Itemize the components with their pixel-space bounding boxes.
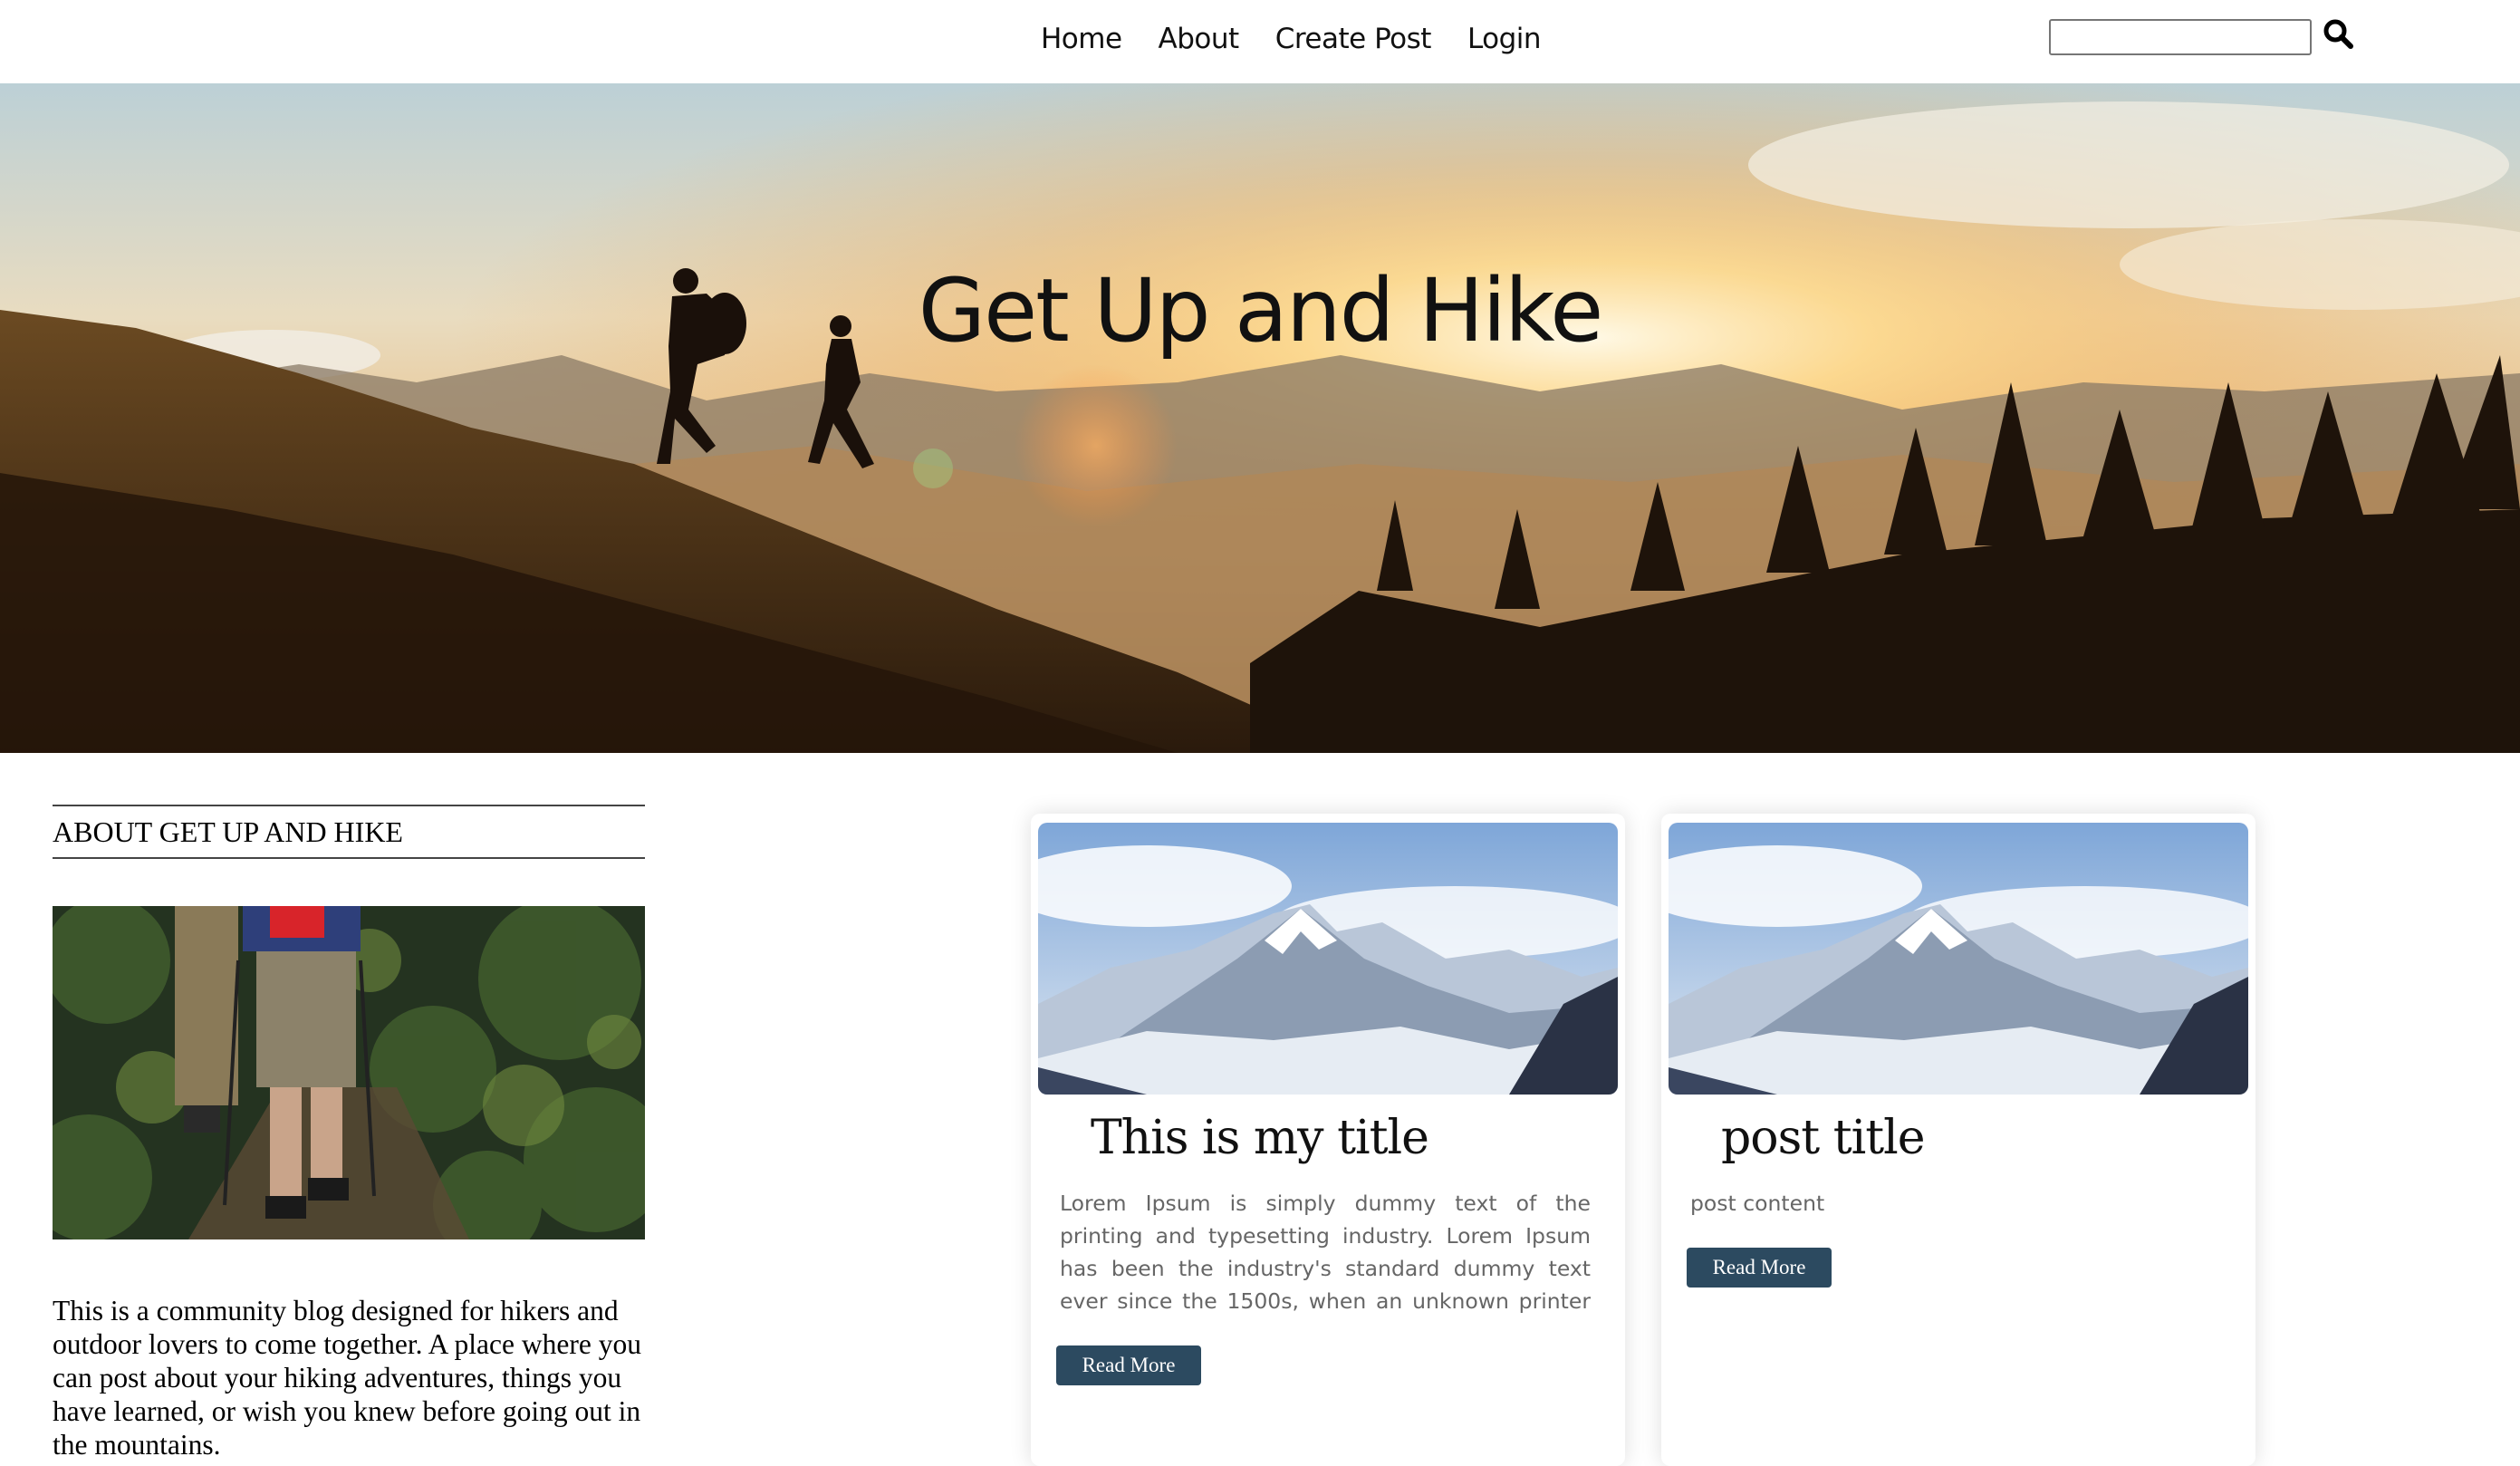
post-image bbox=[1669, 823, 2248, 1095]
about-description: This is a community blog designed for hi… bbox=[53, 1295, 641, 1461]
read-more-button[interactable]: Read More bbox=[1687, 1248, 1832, 1288]
top-navbar: Home About Create Post Login bbox=[0, 0, 2520, 83]
about-sidebar: ABOUT GET UP AND HIKE This is a communit… bbox=[53, 805, 645, 1461]
search-button[interactable] bbox=[2323, 18, 2355, 51]
post-title[interactable]: post title bbox=[1721, 1105, 1926, 1171]
nav-links: Home About Create Post Login bbox=[1041, 16, 1542, 62]
post-excerpt: Lorem Ipsum is simply dummy text of the … bbox=[1060, 1191, 1591, 1323]
snowy-mountain-image bbox=[1669, 823, 2248, 1095]
post-title[interactable]: This is my title bbox=[1091, 1105, 1429, 1171]
nav-about-link[interactable]: About bbox=[1159, 16, 1240, 62]
nav-login-link[interactable]: Login bbox=[1467, 16, 1542, 62]
about-hikers-photo bbox=[53, 906, 645, 1239]
nav-home-link[interactable]: Home bbox=[1041, 16, 1122, 62]
search-input[interactable] bbox=[2049, 19, 2312, 55]
hero-mountain-sunrise-image bbox=[0, 83, 2520, 753]
post-image bbox=[1038, 823, 1618, 1095]
about-heading: ABOUT GET UP AND HIKE bbox=[53, 805, 645, 859]
hero-banner: Get Up and Hike bbox=[0, 83, 2520, 753]
forest-trail-hikers-image bbox=[53, 906, 645, 1239]
post-card: post title post content Read More bbox=[1661, 814, 2255, 1466]
nav-create-post-link[interactable]: Create Post bbox=[1275, 16, 1432, 62]
post-card: This is my title Lorem Ipsum is simply d… bbox=[1031, 814, 1625, 1466]
snowy-mountain-image bbox=[1038, 823, 1618, 1095]
hero-title: Get Up and Hike bbox=[918, 260, 1604, 362]
search-icon bbox=[2323, 19, 2353, 49]
read-more-button[interactable]: Read More bbox=[1056, 1345, 1201, 1385]
